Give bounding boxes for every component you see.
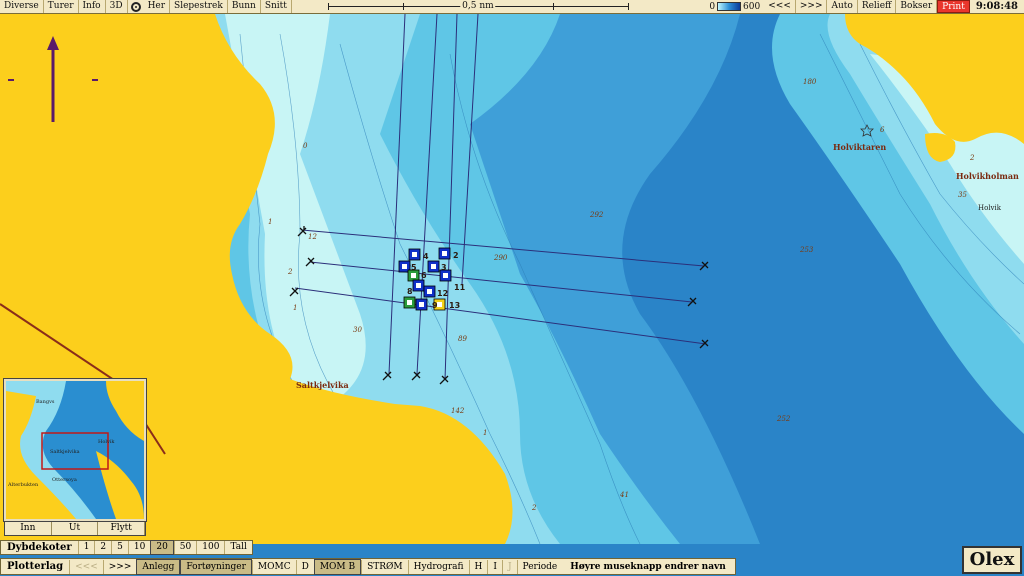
depth-41: 41 xyxy=(619,491,629,499)
depth-292: 292 xyxy=(589,211,604,219)
nav-next-button[interactable]: >>> xyxy=(796,0,828,13)
marker-label-11: 11 xyxy=(454,283,466,292)
minimap-label-alterbukten: Alterbukten xyxy=(7,482,39,488)
depth-180: 180 xyxy=(803,78,817,86)
depth-option-tall[interactable]: Tall xyxy=(224,541,251,554)
depth-0: 0 xyxy=(303,142,308,150)
zoom-out-button[interactable]: Ut xyxy=(52,522,99,535)
menu-slepestrek[interactable]: Slepestrek xyxy=(170,0,228,13)
depth-option-1[interactable]: 1 xyxy=(77,541,95,554)
depth-2c: 2 xyxy=(531,504,537,512)
depth-142: 142 xyxy=(451,407,465,415)
position-ring-icon[interactable] xyxy=(130,1,141,12)
layer-j[interactable]: J xyxy=(501,559,517,574)
marker-label-3: 3 xyxy=(441,263,447,272)
depth-253: 253 xyxy=(799,246,814,254)
layer-fortoyninger[interactable]: Fortøyninger xyxy=(180,558,252,575)
olex-logo: Olex xyxy=(962,546,1022,574)
layer-mom-b[interactable]: MOM B xyxy=(313,558,362,575)
depth-option-20[interactable]: 20 xyxy=(150,540,174,555)
layer-h[interactable]: H xyxy=(468,559,488,574)
depth-contour-bar: Dybdekoter 1 2 5 10 20 50 100 Tall xyxy=(0,540,253,555)
depth-max: 600 xyxy=(743,1,761,12)
depth-1b: 1 xyxy=(483,429,487,437)
minimap-nav: Inn Ut Flytt xyxy=(4,521,146,536)
depth-option-2[interactable]: 2 xyxy=(94,541,111,554)
plot-prev-button[interactable]: <<< xyxy=(69,559,103,574)
marker-label-13: 13 xyxy=(449,301,460,310)
depth-legend: 0 600 xyxy=(709,2,760,12)
scale-bar: 0,5 nm xyxy=(327,0,629,13)
menu-bunn[interactable]: Bunn xyxy=(228,0,261,13)
depth-35: 35 xyxy=(958,191,967,199)
menu-diverse[interactable]: Diverse xyxy=(0,0,44,13)
layer-hydrografi[interactable]: Hydrografi xyxy=(407,559,469,574)
marker-label-12: 12 xyxy=(437,289,448,298)
depth-2b: 2 xyxy=(287,268,293,276)
scale-label: 0,5 nm xyxy=(460,0,496,13)
layer-anlegg[interactable]: Anlegg xyxy=(136,558,181,575)
bokser-button[interactable]: Bokser xyxy=(896,0,938,13)
chart-map[interactable]: 4 2 5 3 6 8 11 12 9 13 180 6 2 35 292 25… xyxy=(0,14,1024,544)
depth-option-100[interactable]: 100 xyxy=(196,541,224,554)
depth-1c: 1 xyxy=(268,218,272,226)
depth-30: 30 xyxy=(353,326,362,334)
depth-2: 2 xyxy=(969,154,975,162)
top-toolbar: Diverse Turer Info 3D Her Slepestrek Bun… xyxy=(0,0,1024,14)
menu-turer[interactable]: Turer xyxy=(44,0,79,13)
minimap-label-bangvs: Bangvs xyxy=(36,399,55,405)
depth-option-50[interactable]: 50 xyxy=(173,541,196,554)
menu-info[interactable]: Info xyxy=(79,0,106,13)
depth-1: 1 xyxy=(293,304,297,312)
plot-next-button[interactable]: >>> xyxy=(102,559,137,574)
minimap-label-saltkjelvika: Saltkjelvika xyxy=(50,449,80,455)
layer-momc[interactable]: MOMC xyxy=(251,559,296,574)
nav-prev-button[interactable]: <<< xyxy=(764,0,796,13)
marker-label-8: 8 xyxy=(407,287,413,296)
zoom-in-button[interactable]: Inn xyxy=(5,522,52,535)
overview-minimap[interactable]: Bangvs Holvik Saltkjelvika Ottersoya Alt… xyxy=(3,378,147,522)
print-button[interactable]: Print xyxy=(937,0,970,13)
relieff-button[interactable]: Relieff xyxy=(858,0,897,13)
place-saltkjelvika: Saltkjelvika xyxy=(296,380,349,390)
clock: 9:08:48 xyxy=(975,1,1018,12)
marker-label-9: 9 xyxy=(432,301,438,310)
marker-label-6: 6 xyxy=(421,271,427,280)
minimap-label-ottersoya: Ottersoya xyxy=(52,477,77,483)
minimap-label-holvik: Holvik xyxy=(98,439,115,445)
depth-252: 252 xyxy=(776,415,791,423)
plotbar-title: Plotterlag xyxy=(7,561,64,572)
menu-3d[interactable]: 3D xyxy=(106,0,128,13)
layer-strom[interactable]: STRØM xyxy=(361,559,408,574)
plotter-layer-bar: Plotterlag <<< >>> Anlegg Fortøyninger M… xyxy=(0,558,736,575)
marker-label-2: 2 xyxy=(453,251,459,260)
depth-6: 6 xyxy=(880,126,885,134)
depthbar-title: Dybdekoter xyxy=(7,542,72,553)
depth-option-5[interactable]: 5 xyxy=(111,541,128,554)
move-button[interactable]: Flytt xyxy=(98,522,146,535)
place-holvikholman: Holvikholman xyxy=(956,171,1019,181)
depth-option-10[interactable]: 10 xyxy=(127,541,150,554)
depth-12: 12 xyxy=(308,233,317,241)
marker-label-5: 5 xyxy=(411,263,417,272)
place-holvik: Holvik xyxy=(978,204,1002,212)
depth-min: 0 xyxy=(709,1,716,12)
menu-snitt[interactable]: Snitt xyxy=(261,0,292,13)
place-holviktaren: Holviktaren xyxy=(833,142,886,152)
layer-i[interactable]: I xyxy=(487,559,502,574)
layer-d[interactable]: D xyxy=(295,559,314,574)
depth-gradient xyxy=(717,2,742,11)
marker-label-4: 4 xyxy=(423,252,429,261)
olex-chart-plotter: Diverse Turer Info 3D Her Slepestrek Bun… xyxy=(0,0,1024,576)
menu-her[interactable]: Her xyxy=(144,0,171,13)
auto-button[interactable]: Auto xyxy=(827,0,858,13)
plotbar-hint: Høyre museknapp endrer navn xyxy=(570,561,726,572)
layer-periode[interactable]: Periode xyxy=(516,559,563,574)
depth-89: 89 xyxy=(458,335,467,343)
depth-290: 290 xyxy=(493,254,508,262)
